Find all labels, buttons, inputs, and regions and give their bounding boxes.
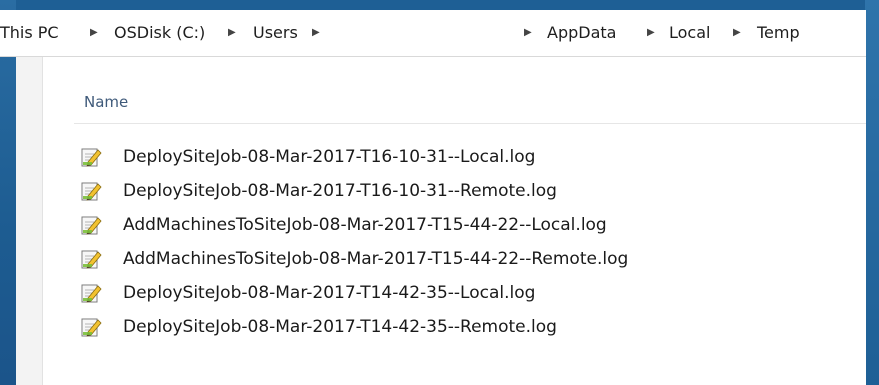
window-frame-right bbox=[865, 0, 879, 385]
file-name[interactable]: DeploySiteJob-08-Mar-2017-T16-10-31--Loc… bbox=[123, 143, 535, 171]
breadcrumb-osdisk[interactable]: OSDisk (C:) bbox=[114, 21, 205, 45]
file-name[interactable]: DeploySiteJob-08-Mar-2017-T14-42-35--Loc… bbox=[123, 279, 535, 307]
navigation-pane-edge bbox=[16, 57, 43, 385]
breadcrumb-local[interactable]: Local bbox=[669, 21, 710, 45]
column-header-name[interactable]: Name bbox=[84, 91, 128, 113]
log-file-icon bbox=[80, 248, 102, 270]
file-name[interactable]: AddMachinesToSiteJob-08-Mar-2017-T15-44-… bbox=[123, 245, 628, 273]
chevron-right-icon[interactable]: ▶ bbox=[90, 21, 98, 45]
file-row[interactable]: DeploySiteJob-08-Mar-2017-T16-10-31--Rem… bbox=[80, 177, 840, 205]
file-name[interactable]: AddMachinesToSiteJob-08-Mar-2017-T15-44-… bbox=[123, 211, 607, 239]
breadcrumb-temp[interactable]: Temp bbox=[757, 21, 800, 45]
breadcrumb-appdata[interactable]: AppData bbox=[547, 21, 616, 45]
log-file-icon bbox=[80, 214, 102, 236]
log-file-icon bbox=[80, 316, 102, 338]
header-divider bbox=[74, 123, 866, 124]
file-name[interactable]: DeploySiteJob-08-Mar-2017-T14-42-35--Rem… bbox=[123, 313, 557, 341]
window-frame-left bbox=[0, 0, 16, 385]
log-file-icon bbox=[80, 146, 102, 168]
file-row[interactable]: DeploySiteJob-08-Mar-2017-T14-42-35--Loc… bbox=[80, 279, 840, 307]
file-row[interactable]: DeploySiteJob-08-Mar-2017-T16-10-31--Loc… bbox=[80, 143, 840, 171]
window-frame-top bbox=[0, 0, 879, 10]
file-row[interactable]: AddMachinesToSiteJob-08-Mar-2017-T15-44-… bbox=[80, 245, 840, 273]
log-file-icon bbox=[80, 180, 102, 202]
breadcrumb-users[interactable]: Users bbox=[253, 21, 298, 45]
chevron-right-icon[interactable]: ▶ bbox=[312, 21, 320, 45]
file-row[interactable]: DeploySiteJob-08-Mar-2017-T14-42-35--Rem… bbox=[80, 313, 840, 341]
address-bar[interactable]: This PC ▶ OSDisk (C:) ▶ Users ▶ ▶ AppDat… bbox=[0, 10, 866, 57]
breadcrumb-this-pc[interactable]: This PC bbox=[0, 21, 59, 45]
file-list-panel: Name DeploySiteJob-08-Mar-2017-T16-10-31… bbox=[16, 57, 866, 385]
file-name[interactable]: DeploySiteJob-08-Mar-2017-T16-10-31--Rem… bbox=[123, 177, 557, 205]
chevron-right-icon[interactable]: ▶ bbox=[647, 21, 655, 45]
file-row[interactable]: AddMachinesToSiteJob-08-Mar-2017-T15-44-… bbox=[80, 211, 840, 239]
chevron-right-icon[interactable]: ▶ bbox=[524, 21, 532, 45]
chevron-right-icon[interactable]: ▶ bbox=[228, 21, 236, 45]
log-file-icon bbox=[80, 282, 102, 304]
chevron-right-icon[interactable]: ▶ bbox=[733, 21, 741, 45]
